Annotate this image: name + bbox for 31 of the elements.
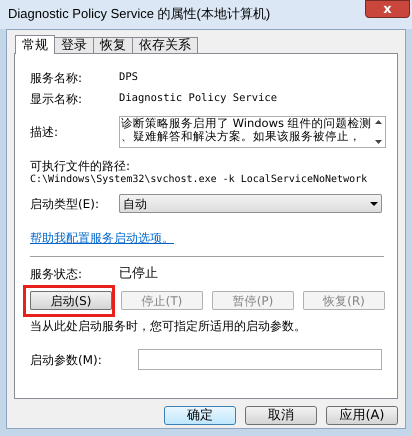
- start-parameters-field[interactable]: [138, 349, 382, 370]
- startup-type-dropdown[interactable]: 自动: [119, 194, 382, 213]
- hint-text: 当从此处启动服务时，您可指定所适用的启动参数。: [30, 318, 307, 335]
- tab[interactable]: 恢复: [93, 37, 133, 53]
- field-label: 启动类型(E):: [30, 196, 100, 212]
- tab[interactable]: 常规: [15, 35, 55, 54]
- description-line: 、疑难解答和解决方案。如果该服务被停止，: [121, 130, 362, 143]
- tab[interactable]: 登录: [54, 37, 94, 53]
- dialog-button[interactable]: 取消: [245, 406, 317, 425]
- field-label: 启动参数(M):: [30, 352, 103, 368]
- dialog-button[interactable]: 应用(A): [326, 406, 398, 425]
- field-value: DPS: [119, 70, 138, 86]
- field-label: 服务名称:: [30, 70, 84, 87]
- service-button[interactable]: 启动(S): [30, 291, 112, 310]
- field-label: 可执行文件的路径:: [30, 158, 132, 172]
- path-value: C:\Windows\System32\svchost.exe -k LocalServiceNoNetwork: [30, 173, 368, 186]
- field-label: 服务状态:: [30, 266, 84, 283]
- description-box[interactable]: 诊断策略服务启用了 Windows 组件的问题检测 、疑难解答和解决方案。如果该服务被停止，: [119, 116, 386, 148]
- close-button[interactable]: x: [365, 0, 410, 18]
- status-value: 已停止: [119, 265, 158, 284]
- scroll-down-icon[interactable]: [374, 140, 382, 144]
- window-title: Diagnostic Policy Service 的属性(本地计算机): [8, 5, 270, 23]
- field-label: 描述:: [30, 124, 60, 141]
- dialog-button[interactable]: 确定: [164, 406, 236, 425]
- tab[interactable]: 依存关系: [132, 37, 198, 53]
- scroll-up-icon[interactable]: [374, 120, 382, 124]
- field-label: 显示名称:: [30, 91, 84, 108]
- description-line: 诊断策略服务启用了 Windows 组件的问题检测: [121, 117, 372, 130]
- help-link[interactable]: 帮助我配置服务启动选项。: [30, 229, 174, 247]
- caret-icon: [370, 202, 378, 206]
- field-value: Diagnostic Policy Service: [119, 91, 278, 106]
